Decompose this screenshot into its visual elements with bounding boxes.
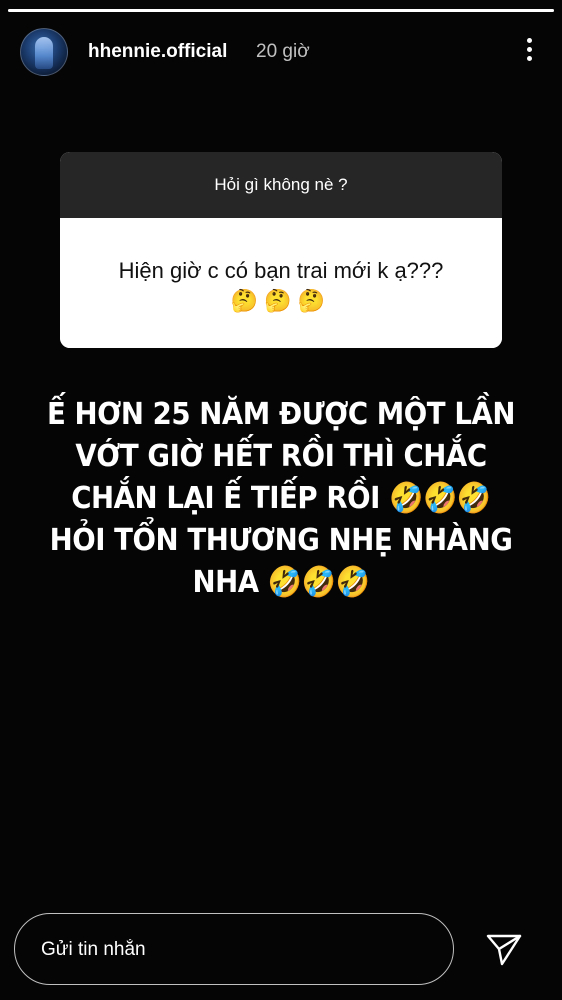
more-vertical-icon-dot [526, 56, 532, 61]
caption-line: Ế HƠN 25 NĂM ĐƯỢC MỘT LẦN [46, 397, 515, 432]
question-sticker[interactable]: Hỏi gì không nè ? Hiện giờ c có bạn trai… [60, 152, 502, 348]
question-prompt: Hỏi gì không nè ? [60, 152, 502, 218]
username[interactable]: hhennie.official [88, 41, 227, 63]
avatar-figure [35, 37, 53, 69]
caption-line: CHẮN LẠI Ế TIẾP RỒI 🤣🤣🤣 [71, 481, 491, 516]
caption-line: VỚT GIỜ HẾT RỒI THÌ CHẮC [75, 439, 487, 474]
reply-input[interactable] [39, 938, 423, 962]
question-answer-area: Hiện giờ c có bạn trai mới k ạ??? 🤔🤔🤔 [60, 218, 502, 348]
caption-line: HỎI TỔN THƯƠNG NHẸ NHÀNG [49, 523, 513, 558]
thinking-emoji-icons: 🤔🤔🤔 [230, 288, 332, 313]
caption-line: NHA 🤣🤣🤣 [192, 565, 370, 600]
story-viewer: hhennie.official 20 giờ Hỏi gì không nè … [0, 0, 562, 1000]
story-caption: Ế HƠN 25 NĂM ĐƯỢC MỘT LẦN VỚT GIỜ HẾT RỒ… [41, 394, 521, 604]
avatar[interactable] [20, 28, 68, 76]
story-header: hhennie.official 20 giờ [20, 28, 542, 76]
send-button[interactable] [484, 932, 524, 968]
more-vertical-icon [526, 38, 532, 43]
send-icon [486, 934, 522, 966]
story-progress-bar [8, 9, 554, 12]
more-vertical-icon-dot [526, 47, 532, 52]
reply-bar[interactable] [14, 913, 454, 985]
question-text: Hiện giờ c có bạn trai mới k ạ??? [118, 258, 444, 283]
more-options-button[interactable] [520, 36, 538, 66]
story-timestamp: 20 giờ [256, 41, 310, 62]
story-progress-fill [8, 9, 554, 12]
